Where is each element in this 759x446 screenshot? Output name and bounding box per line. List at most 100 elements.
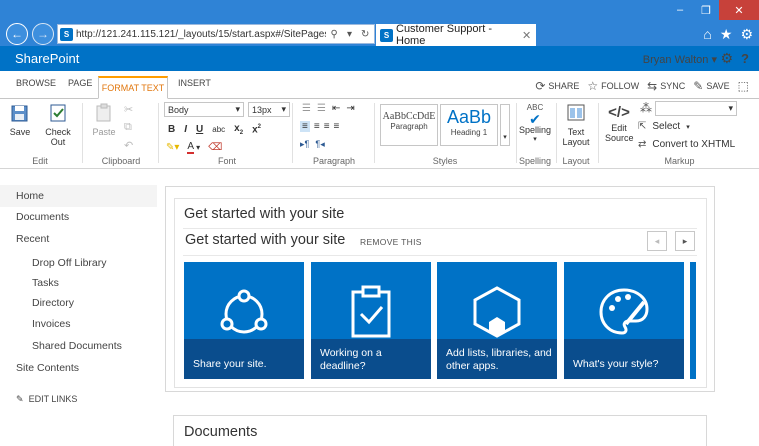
ribbon: Save Check Out Edit Paste ✂ ⧉ ↶ Clipboar… bbox=[0, 99, 759, 169]
indent-icon[interactable]: ⇥ bbox=[346, 103, 354, 114]
align-right-icon[interactable]: ≡ bbox=[324, 121, 330, 132]
tab-page[interactable]: PAGE bbox=[68, 78, 92, 88]
tile-add-apps[interactable]: Add lists, libraries, and other apps. bbox=[437, 262, 557, 379]
tile-share-site[interactable]: Share your site. bbox=[184, 262, 304, 379]
outdent-icon[interactable]: ⇤ bbox=[332, 103, 340, 114]
save-floppy-icon bbox=[11, 105, 28, 122]
nav-recent-item[interactable]: Drop Off Library bbox=[32, 257, 107, 269]
address-bar[interactable]: S http://121.241.115.121/_layouts/15/sta… bbox=[57, 24, 375, 44]
font-size-select[interactable]: 13px ▾ bbox=[248, 102, 290, 117]
nav-recent-item[interactable]: Invoices bbox=[32, 318, 71, 330]
clear-format-icon[interactable]: ⌫ bbox=[208, 142, 222, 153]
focus-content-button[interactable]: ⬚ bbox=[738, 79, 749, 93]
nav-recent-item[interactable]: Directory bbox=[32, 297, 74, 309]
chevron-down-icon: ▾ bbox=[728, 103, 733, 113]
tab-browse[interactable]: BROWSE bbox=[16, 78, 56, 88]
strikethrough-button[interactable]: abc bbox=[212, 125, 225, 134]
styles-more-button[interactable]: ▾ bbox=[500, 104, 510, 146]
style-heading-1[interactable]: AaBb Heading 1 bbox=[440, 104, 498, 146]
page-actions: ⟳ SHARE ☆ FOLLOW ⇆ SYNC ✎ SAVE ⬚ bbox=[535, 79, 749, 93]
group-label-styles: Styles bbox=[432, 156, 458, 166]
restore-button[interactable]: ❐ bbox=[693, 0, 719, 20]
next-tile-peek bbox=[690, 262, 696, 379]
numbering-icon[interactable]: ☰ bbox=[317, 103, 326, 114]
spelling-button[interactable]: ABC ✔ Spelling ▾ bbox=[518, 103, 552, 145]
select-button[interactable]: ⇱ Select ▾ bbox=[638, 121, 690, 132]
ribbon-group-layout: Text Layout Layout bbox=[556, 99, 596, 169]
nav-documents[interactable]: Documents bbox=[16, 211, 69, 223]
italic-button[interactable]: I bbox=[184, 124, 187, 135]
tile-label: Working on a deadline? bbox=[320, 347, 382, 372]
save-page-button[interactable]: ✎ SAVE bbox=[693, 79, 729, 93]
convert-xhtml-button[interactable]: ⇄ Convert to XHTML bbox=[638, 139, 735, 150]
ltr-icon[interactable]: ▸¶ bbox=[300, 139, 309, 150]
documents-title[interactable]: Documents bbox=[184, 424, 257, 440]
sync-button[interactable]: ⇆ SYNC bbox=[647, 79, 685, 93]
remove-this-link[interactable]: REMOVE THIS bbox=[360, 237, 422, 247]
group-label-layout: Layout bbox=[562, 156, 590, 166]
nav-recent-item[interactable]: Tasks bbox=[32, 277, 59, 289]
undo-icon[interactable]: ↶ bbox=[124, 139, 133, 152]
tab-close-icon[interactable]: ✕ bbox=[522, 29, 536, 42]
subscript-button[interactable]: x2 bbox=[234, 123, 243, 136]
nav-recent-item[interactable]: Shared Documents bbox=[32, 340, 122, 352]
nav-site-contents[interactable]: Site Contents bbox=[16, 362, 79, 374]
nav-home[interactable]: Home bbox=[16, 190, 44, 202]
superscript-button[interactable]: x2 bbox=[252, 124, 261, 135]
edit-source-button[interactable]: </> Edit Source bbox=[602, 103, 636, 143]
bold-button[interactable]: B bbox=[168, 124, 175, 135]
edit-links-button[interactable]: ✎ EDIT LINKS bbox=[16, 394, 77, 405]
underline-button[interactable]: U bbox=[196, 124, 203, 135]
copy-icon[interactable]: ⧉ bbox=[124, 121, 132, 134]
settings-gear-icon[interactable]: ⚙ bbox=[720, 50, 733, 67]
share-icon: ⟳ bbox=[535, 79, 546, 93]
tools-gear-icon[interactable]: ⚙ bbox=[740, 26, 753, 43]
language-icon[interactable]: ⁂ bbox=[640, 101, 652, 115]
convert-icon: ⇄ bbox=[638, 139, 647, 150]
tile-style[interactable]: What's your style? bbox=[564, 262, 684, 379]
new-tab-button[interactable] bbox=[540, 24, 560, 46]
next-page-button[interactable]: ▸ bbox=[675, 231, 695, 251]
paste-icon bbox=[96, 103, 111, 122]
focus-icon: ⬚ bbox=[737, 79, 749, 93]
forward-button[interactable]: → bbox=[32, 23, 54, 45]
cut-icon[interactable]: ✂ bbox=[124, 103, 133, 116]
tab-insert[interactable]: INSERT bbox=[178, 78, 211, 88]
paste-button[interactable]: Paste bbox=[90, 103, 118, 137]
ribbon-group-font: Body ▾ 13px ▾ B I U abc x2 x2 ✎▾ A ▾ ⌫ Font bbox=[162, 99, 292, 169]
tile-deadline[interactable]: Working on a deadline? bbox=[311, 262, 431, 379]
address-url[interactable]: http://121.241.115.121/_layouts/15/start… bbox=[76, 29, 326, 40]
align-left-button[interactable]: ≡ bbox=[300, 121, 310, 132]
rtl-icon[interactable]: ¶◂ bbox=[315, 139, 324, 150]
select-cursor-icon: ⇱ bbox=[638, 121, 647, 132]
align-center-icon[interactable]: ≡ bbox=[314, 121, 320, 132]
style-paragraph[interactable]: AaBbCcDdE Paragraph bbox=[380, 104, 438, 146]
browser-tab[interactable]: S Customer Support - Home ✕ bbox=[376, 23, 536, 47]
minimize-button[interactable]: – bbox=[667, 0, 693, 20]
font-family-select[interactable]: Body ▾ bbox=[164, 102, 244, 117]
user-menu[interactable]: Bryan Walton ▾ bbox=[643, 53, 717, 66]
highlight-color-icon[interactable]: ✎▾ bbox=[166, 142, 179, 153]
font-color-icon[interactable]: A bbox=[187, 141, 195, 154]
tab-format-text[interactable]: FORMAT TEXT bbox=[98, 76, 168, 99]
justify-icon[interactable]: ≡ bbox=[334, 121, 340, 132]
help-icon[interactable]: ? bbox=[741, 51, 749, 66]
markup-styles-select[interactable]: ▾ bbox=[655, 101, 737, 116]
save-button[interactable]: Save bbox=[8, 103, 32, 137]
search-icon[interactable]: ⚲ bbox=[331, 29, 338, 40]
refresh-icon[interactable]: ↻ bbox=[361, 29, 369, 40]
home-icon[interactable]: ⌂ bbox=[703, 26, 711, 43]
back-button[interactable]: ← bbox=[6, 23, 28, 45]
favorites-star-icon[interactable]: ★ bbox=[720, 26, 733, 43]
nav-recent[interactable]: Recent bbox=[16, 233, 49, 245]
text-layout-button[interactable]: Text Layout bbox=[558, 103, 594, 147]
check-out-button[interactable]: Check Out bbox=[38, 103, 78, 147]
close-window-button[interactable]: ✕ bbox=[719, 0, 759, 20]
suite-brand[interactable]: SharePoint bbox=[15, 51, 79, 66]
follow-button[interactable]: ☆ FOLLOW bbox=[587, 79, 639, 93]
dropdown-icon[interactable]: ▾ bbox=[347, 29, 352, 40]
bullets-icon[interactable]: ☰ bbox=[302, 103, 311, 114]
get-started-title: Get started with your site bbox=[185, 232, 346, 248]
prev-page-button[interactable]: ◂ bbox=[647, 231, 667, 251]
share-button[interactable]: ⟳ SHARE bbox=[535, 79, 579, 93]
